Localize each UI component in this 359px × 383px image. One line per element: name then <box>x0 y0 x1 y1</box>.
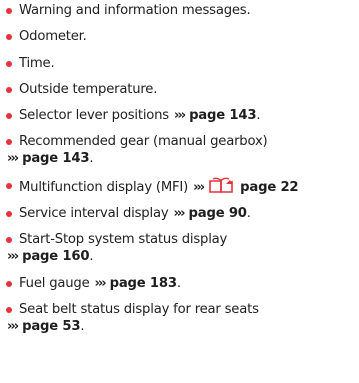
bullet-dot-icon <box>6 113 12 120</box>
list-item: Seat belt status display for rear seats … <box>6 301 355 335</box>
item-text: Time. <box>19 55 55 71</box>
page-reference-label: page 143 <box>22 151 90 167</box>
item-suffix: . <box>176 275 181 291</box>
triple-chevron-arrow-icon: ››› <box>173 206 185 222</box>
bullet-dot-icon <box>6 139 12 146</box>
list-item: Multifunction display (MFI) ››› page 22 <box>6 177 355 196</box>
item-suffix: . <box>89 151 94 167</box>
bullet-dot-icon <box>6 34 12 41</box>
page-reference-link[interactable]: ››› page 183 <box>94 275 178 291</box>
page-reference-label: page 143 <box>189 108 257 124</box>
list-item: Odometer. <box>6 28 355 45</box>
triple-chevron-arrow-icon: ››› <box>94 275 107 291</box>
page-reference-label: page 160 <box>22 249 90 265</box>
open-book-reference-icon <box>209 177 234 193</box>
item-text: Recommended gear (manual gearbox) <box>19 134 268 150</box>
page-reference-link[interactable]: ››› page 53. <box>6 318 355 335</box>
item-text: Multifunction display (MFI) <box>19 179 189 195</box>
item-text: Odometer. <box>19 29 87 45</box>
page-reference-link[interactable]: ››› page 160. <box>6 248 355 265</box>
bullet-dot-icon <box>6 237 12 244</box>
item-text: Selector lever positions <box>19 108 169 124</box>
page-reference-link[interactable]: ››› page 143. <box>6 150 355 167</box>
bullet-dot-icon <box>6 280 12 287</box>
item-text: Seat belt status display for rear seats <box>19 301 259 317</box>
list-item: Service interval display ››› page 90. <box>6 205 355 222</box>
list-item: Start-Stop system status display ››› page… <box>6 231 355 265</box>
page-reference-label: page 183 <box>109 275 177 291</box>
item-suffix: . <box>89 249 94 265</box>
triple-chevron-arrow-icon: ››› <box>173 108 186 124</box>
item-text: Warning and information messages. <box>19 3 251 18</box>
item-text: Start-Stop system status display <box>19 232 228 248</box>
item-text: Fuel gauge <box>19 275 90 291</box>
list-item: Time. <box>6 55 355 72</box>
triple-chevron-arrow-icon: ››› <box>7 249 19 265</box>
bullet-dot-icon <box>6 86 12 93</box>
page-reference-label: page 22 <box>240 179 299 195</box>
bullet-dot-icon <box>6 182 12 189</box>
list-item: Fuel gauge ››› page 183. <box>6 275 355 292</box>
list-item: Outside temperature. <box>6 81 355 98</box>
list-item: Warning and information messages. <box>6 2 355 19</box>
triple-chevron-arrow-icon: ››› <box>7 151 19 167</box>
item-suffix: . <box>246 206 251 222</box>
page-reference-label: page 53 <box>22 318 81 334</box>
page-reference-link[interactable]: ››› page 90 <box>172 206 247 222</box>
page-reference-link[interactable]: ››› page 22 <box>192 177 299 195</box>
bullet-dot-icon <box>6 8 12 14</box>
item-suffix: . <box>80 318 85 334</box>
page-reference-label: page 90 <box>188 206 247 222</box>
item-text: Outside temperature. <box>19 81 158 97</box>
triple-chevron-arrow-icon: ››› <box>193 179 205 195</box>
page-reference-link[interactable]: ››› page 143 <box>173 108 257 124</box>
list-item: Recommended gear (manual gearbox) ››› pag… <box>6 133 355 167</box>
item-text: Service interval display <box>19 206 169 222</box>
bullet-dot-icon <box>6 306 12 313</box>
item-suffix: . <box>256 108 261 124</box>
bullet-dot-icon <box>6 60 12 67</box>
bullet-dot-icon <box>6 211 12 218</box>
list-item: Selector lever positions ››› page 143. <box>6 107 355 124</box>
triple-chevron-arrow-icon: ››› <box>7 318 19 334</box>
bullet-list: Warning and information messages. Odomet… <box>6 2 355 344</box>
